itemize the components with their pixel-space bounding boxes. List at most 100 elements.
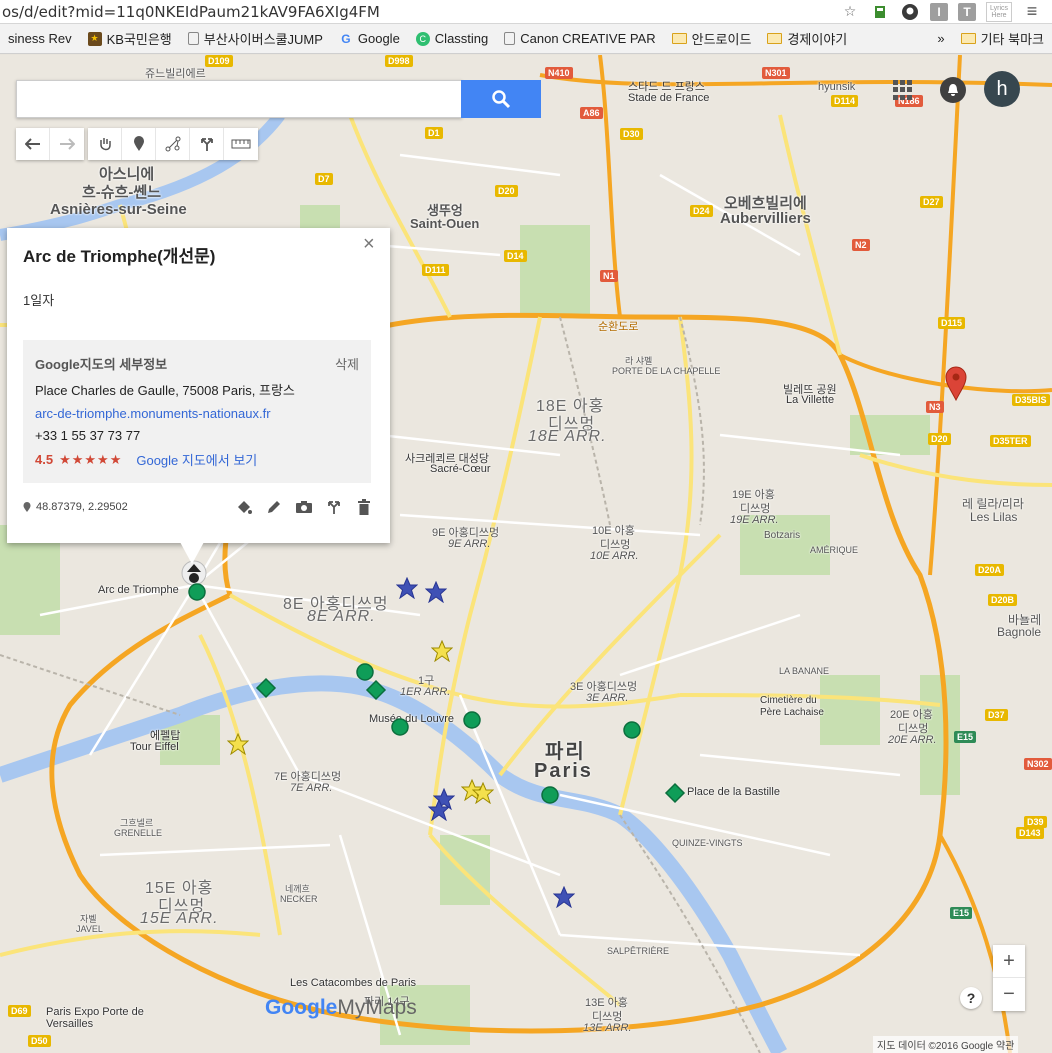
- bookmark-canon[interactable]: Canon CREATIVE PAR: [496, 24, 663, 53]
- address-bar[interactable]: os/d/edit?mid=11q0NKEIdPaum21kAV9FA6XIg4…: [0, 0, 1052, 24]
- bookmark-busan[interactable]: 부산사이버스쿨JUMP: [180, 24, 331, 53]
- blue-star-marker[interactable]: [425, 581, 447, 603]
- green-marker[interactable]: [540, 785, 560, 805]
- map-label: SALPÊTRIÈRE: [607, 946, 670, 956]
- zoom-in-button[interactable]: +: [993, 945, 1025, 978]
- menu-icon[interactable]: ≡: [1022, 1, 1042, 22]
- road-shield: D20B: [988, 594, 1018, 606]
- green-marker[interactable]: [187, 582, 207, 602]
- marker-icon: [133, 136, 144, 151]
- blue-star-marker[interactable]: [553, 886, 575, 908]
- place-description[interactable]: 1일자: [23, 290, 54, 309]
- map-label: 쥬느빌리에르: [145, 68, 206, 80]
- extension-i-icon[interactable]: I: [930, 2, 948, 21]
- undo-button[interactable]: [16, 128, 50, 160]
- style-paint-button[interactable]: [235, 498, 253, 516]
- edit-button[interactable]: [265, 498, 283, 516]
- road-shield: D14: [504, 250, 527, 262]
- green-marker[interactable]: [462, 710, 482, 730]
- bookmark-label: Google: [357, 31, 400, 46]
- bookmark-label: 기타 북마크: [980, 32, 1044, 47]
- extension-bar: ☆ I T Lyrics Here ≡: [840, 1, 1052, 22]
- road-shield: E15: [954, 731, 977, 743]
- map-canvas[interactable]: 쥬느빌리에르 D109 D998 아스니에 흐-슈흐-쎈느 Asnières-s…: [0, 55, 1052, 1053]
- ghostery-icon[interactable]: [900, 2, 920, 22]
- bookmark-label: siness Rev: [8, 31, 72, 46]
- add-marker-button[interactable]: [122, 128, 156, 160]
- map-label: Musée du Louvre: [369, 713, 454, 725]
- zoom-out-button[interactable]: −: [993, 978, 1025, 1011]
- map-label: NECKER: [280, 894, 318, 904]
- folder-icon: [671, 33, 687, 44]
- map-label: JAVEL: [76, 924, 103, 934]
- green-marker[interactable]: [622, 720, 642, 740]
- logo-my: My: [337, 996, 366, 1019]
- blue-star-marker[interactable]: [428, 799, 450, 821]
- road-shield: D1: [425, 127, 443, 139]
- bookmark-folder-economy[interactable]: 경제이야기: [759, 24, 855, 53]
- hand-icon: [99, 138, 111, 151]
- close-card-button[interactable]: ×: [363, 233, 375, 256]
- bookmark-google[interactable]: G Google: [331, 24, 408, 53]
- measure-button[interactable]: [224, 128, 258, 160]
- map-label: Les Lilas: [970, 510, 1018, 524]
- apps-grid-icon[interactable]: [893, 80, 913, 100]
- red-pin-marker[interactable]: [944, 365, 968, 401]
- bookmark-label: KB국민은행: [106, 32, 172, 47]
- road-shield: D20: [928, 433, 951, 445]
- add-photo-button[interactable]: [295, 498, 313, 516]
- yellow-star-marker[interactable]: [227, 733, 249, 755]
- directions-icon: [328, 501, 340, 514]
- view-in-google-maps-link[interactable]: Google 지도에서 보기: [136, 450, 257, 469]
- bookmark-label: 부산사이버스쿨JUMP: [203, 32, 323, 47]
- green-diamond-marker[interactable]: [365, 679, 387, 701]
- url-text[interactable]: os/d/edit?mid=11q0NKEIdPaum21kAV9FA6XIg4…: [0, 3, 840, 21]
- directions-button[interactable]: [190, 128, 224, 160]
- details-header-label: Google지도의 세부정보: [35, 357, 168, 372]
- extension-green-icon[interactable]: [870, 2, 890, 22]
- lyrics-extension-icon[interactable]: Lyrics Here: [986, 1, 1012, 22]
- yellow-star-marker[interactable]: [472, 782, 494, 804]
- bookmark-folder-android[interactable]: 안드로이드: [664, 24, 760, 53]
- map-label: Asnières-sur-Seine: [50, 201, 187, 218]
- bookmark-business[interactable]: siness Rev: [0, 24, 80, 53]
- place-website-link[interactable]: arc-de-triomphe.monuments-nationaux.fr: [35, 406, 359, 421]
- bookmark-star-icon[interactable]: ☆: [840, 2, 860, 22]
- road-shield: D998: [385, 55, 413, 67]
- pan-tool-button[interactable]: [88, 128, 122, 160]
- map-label: Saint-Ouen: [410, 216, 480, 231]
- help-button[interactable]: ?: [960, 987, 982, 1009]
- map-label: Paris: [534, 760, 593, 782]
- map-label: 10E ARR.: [590, 550, 639, 562]
- road-shield: D111: [422, 264, 449, 276]
- road-shield: D37: [985, 709, 1008, 721]
- bookmark-folder-other[interactable]: 기타 북마크: [953, 24, 1052, 53]
- redo-button[interactable]: [50, 128, 84, 160]
- coordinates: 48.87379, 2.29502: [23, 501, 128, 513]
- green-marker[interactable]: [390, 717, 410, 737]
- map-label: 18E ARR.: [528, 428, 607, 445]
- coordinates-text: 48.87379, 2.29502: [36, 501, 128, 513]
- bookmark-classting[interactable]: C Classting: [408, 24, 496, 53]
- notifications-bell-icon[interactable]: [940, 77, 966, 103]
- green-diamond-marker[interactable]: [255, 677, 277, 699]
- directions-to-button[interactable]: [325, 498, 343, 516]
- yellow-star-marker[interactable]: [431, 640, 453, 662]
- delete-place-button[interactable]: [355, 498, 373, 516]
- search-input[interactable]: [17, 81, 461, 117]
- place-title[interactable]: Arc de Triomphe(개선문): [23, 242, 215, 267]
- map-attribution[interactable]: 지도 데이터 ©2016 Google 약관: [873, 1036, 1019, 1053]
- search-button[interactable]: [461, 80, 541, 118]
- bookmark-kb[interactable]: ★ KB국민은행: [80, 24, 180, 53]
- road-shield: N2: [852, 239, 870, 251]
- map-label: Botzaris: [764, 530, 801, 541]
- user-avatar[interactable]: h: [984, 71, 1020, 107]
- bookmarks-more[interactable]: »: [929, 24, 952, 53]
- extension-t-icon[interactable]: T: [958, 2, 976, 21]
- blue-star-marker[interactable]: [396, 577, 418, 599]
- draw-line-button[interactable]: [156, 128, 190, 160]
- delete-details-button[interactable]: 삭제: [335, 354, 359, 373]
- folder-icon: [767, 33, 783, 44]
- green-diamond-marker[interactable]: [664, 782, 686, 804]
- card-footer: 48.87379, 2.29502: [23, 498, 373, 516]
